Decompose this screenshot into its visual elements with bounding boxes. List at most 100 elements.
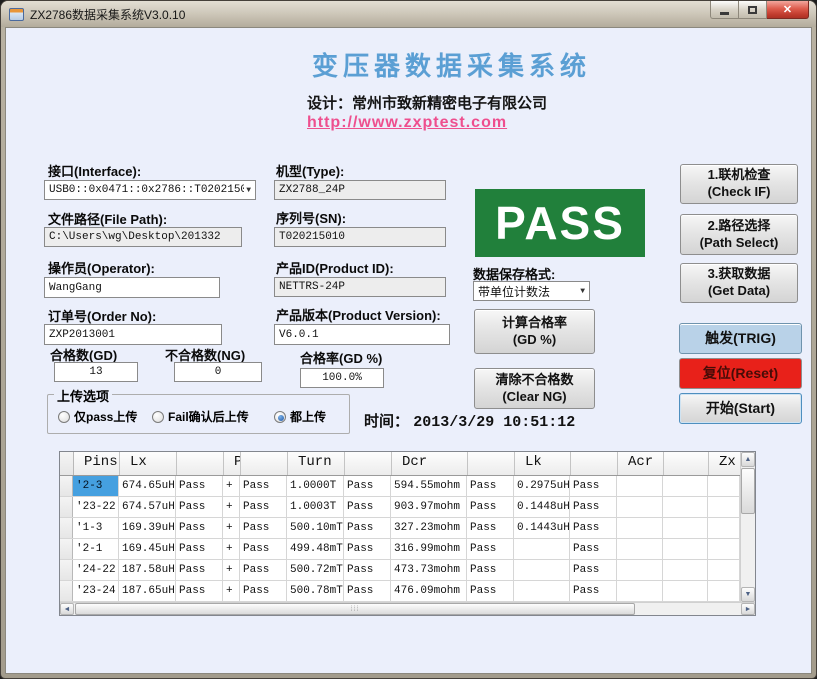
table-cell[interactable]: Pass (570, 518, 617, 538)
table-cell[interactable]: Pass (240, 539, 287, 559)
path-select-button[interactable]: 2.路径选择 (Path Select) (680, 214, 798, 255)
table-cell[interactable]: 327.23mohm (391, 518, 467, 538)
table-cell[interactable]: Pass (240, 497, 287, 517)
gd-count-input[interactable] (54, 362, 138, 382)
table-cell[interactable] (663, 560, 708, 580)
table-cell[interactable] (617, 560, 663, 580)
column-header-Pins[interactable]: Pins (74, 452, 120, 475)
table-cell[interactable]: Pass (570, 581, 617, 601)
table-cell[interactable] (514, 539, 570, 559)
table-cell[interactable] (663, 518, 708, 538)
row-header[interactable] (60, 539, 73, 559)
product-id-input[interactable] (274, 277, 446, 297)
calc-rate-button[interactable]: 计算合格率 (GD %) (474, 309, 595, 354)
table-cell[interactable]: Pass (240, 581, 287, 601)
table-cell[interactable]: 476.09mohm (391, 581, 467, 601)
save-format-combobox[interactable]: 带单位计数法 ▼ (473, 281, 590, 301)
table-cell[interactable]: '24-22 (73, 560, 119, 580)
column-header-pass[interactable] (345, 452, 392, 475)
table-cell[interactable] (617, 581, 663, 601)
table-cell[interactable]: 674.57uH (119, 497, 176, 517)
column-header-Turn[interactable]: Turn (288, 452, 345, 475)
column-header-pass[interactable] (177, 452, 224, 475)
scroll-right-button[interactable]: ► (741, 603, 755, 615)
row-header[interactable] (60, 476, 73, 496)
table-cell[interactable]: 0.2975uH (514, 476, 570, 496)
get-data-button[interactable]: 3.获取数据 (Get Data) (680, 263, 798, 303)
table-cell[interactable]: Pass (176, 560, 223, 580)
table-cell[interactable]: + (223, 518, 240, 538)
table-cell[interactable]: Pass (176, 497, 223, 517)
table-cell[interactable]: '1-3 (73, 518, 119, 538)
table-cell[interactable]: Pass (467, 560, 514, 580)
trig-button[interactable]: 触发(TRIG) (679, 323, 802, 354)
table-cell[interactable] (617, 497, 663, 517)
table-cell[interactable]: 473.73mohm (391, 560, 467, 580)
table-cell[interactable]: + (223, 476, 240, 496)
table-cell[interactable]: Pass (344, 581, 391, 601)
table-cell[interactable]: Pass (240, 518, 287, 538)
vertical-scrollbar[interactable]: ▲ ▼ (740, 452, 755, 602)
table-cell[interactable]: Pass (240, 476, 287, 496)
column-header-P[interactable]: P (224, 452, 241, 475)
table-cell[interactable]: 316.99mohm (391, 539, 467, 559)
table-cell[interactable]: 1.0000T (287, 476, 344, 496)
table-cell[interactable]: '23-22 (73, 497, 119, 517)
table-cell[interactable] (617, 518, 663, 538)
table-cell[interactable]: Pass (467, 518, 514, 538)
table-cell[interactable] (663, 476, 708, 496)
reset-button[interactable]: 复位(Reset) (679, 358, 802, 389)
table-cell[interactable]: Pass (176, 518, 223, 538)
horizontal-scrollbar[interactable]: ◄ ⁞⁞⁞ ► (60, 602, 755, 615)
radio-fail-confirm[interactable]: Fail确认后上传 (152, 408, 249, 425)
table-cell[interactable]: Pass (176, 581, 223, 601)
table-cell[interactable]: Pass (570, 560, 617, 580)
table-cell[interactable]: 499.48mT (287, 539, 344, 559)
table-cell[interactable]: Pass (176, 476, 223, 496)
column-header-Zx[interactable]: Zx (709, 452, 740, 475)
table-cell[interactable]: Pass (570, 539, 617, 559)
gd-rate-input[interactable] (300, 368, 384, 388)
table-cell[interactable]: 0.1448uH (514, 497, 570, 517)
table-cell[interactable] (663, 581, 708, 601)
table-cell[interactable] (708, 560, 740, 580)
radio-upload-all[interactable]: 都上传 (274, 408, 326, 425)
order-no-input[interactable] (44, 324, 222, 345)
column-header-Lk[interactable]: Lk (515, 452, 571, 475)
clear-ng-button[interactable]: 清除不合格数 (Clear NG) (474, 368, 595, 409)
table-cell[interactable] (514, 560, 570, 580)
column-header-pass[interactable] (664, 452, 709, 475)
table-cell[interactable]: 500.10mT (287, 518, 344, 538)
table-cell[interactable] (708, 476, 740, 496)
table-cell[interactable]: '2-3 (73, 476, 119, 496)
column-header-pass[interactable] (241, 452, 288, 475)
column-header-Dcr[interactable]: Dcr (392, 452, 468, 475)
start-button[interactable]: 开始(Start) (679, 393, 802, 424)
scroll-up-button[interactable]: ▲ (741, 452, 755, 467)
column-header-Acr[interactable]: Acr (618, 452, 664, 475)
table-cell[interactable] (708, 518, 740, 538)
sn-input[interactable] (274, 227, 446, 247)
table-cell[interactable]: + (223, 497, 240, 517)
scroll-left-button[interactable]: ◄ (60, 603, 74, 615)
table-cell[interactable]: '2-1 (73, 539, 119, 559)
table-cell[interactable]: 187.58uH (119, 560, 176, 580)
table-cell[interactable] (663, 539, 708, 559)
table-cell[interactable]: + (223, 581, 240, 601)
table-cell[interactable]: Pass (344, 539, 391, 559)
row-header[interactable] (60, 581, 73, 601)
table-cell[interactable]: Pass (176, 539, 223, 559)
table-cell[interactable]: Pass (467, 539, 514, 559)
file-path-input[interactable] (44, 227, 242, 247)
table-cell[interactable]: Pass (570, 476, 617, 496)
table-cell[interactable]: Pass (467, 497, 514, 517)
table-cell[interactable]: Pass (467, 581, 514, 601)
scroll-down-button[interactable]: ▼ (741, 587, 755, 602)
minimize-button[interactable] (710, 1, 739, 19)
table-cell[interactable]: Pass (344, 476, 391, 496)
interface-combobox[interactable]: USB0::0x0471::0x2786::T020215010:: ▼ (44, 180, 256, 200)
table-cell[interactable]: 500.78mT (287, 581, 344, 601)
table-cell[interactable] (663, 497, 708, 517)
table-cell[interactable] (708, 539, 740, 559)
table-cell[interactable]: 169.45uH (119, 539, 176, 559)
